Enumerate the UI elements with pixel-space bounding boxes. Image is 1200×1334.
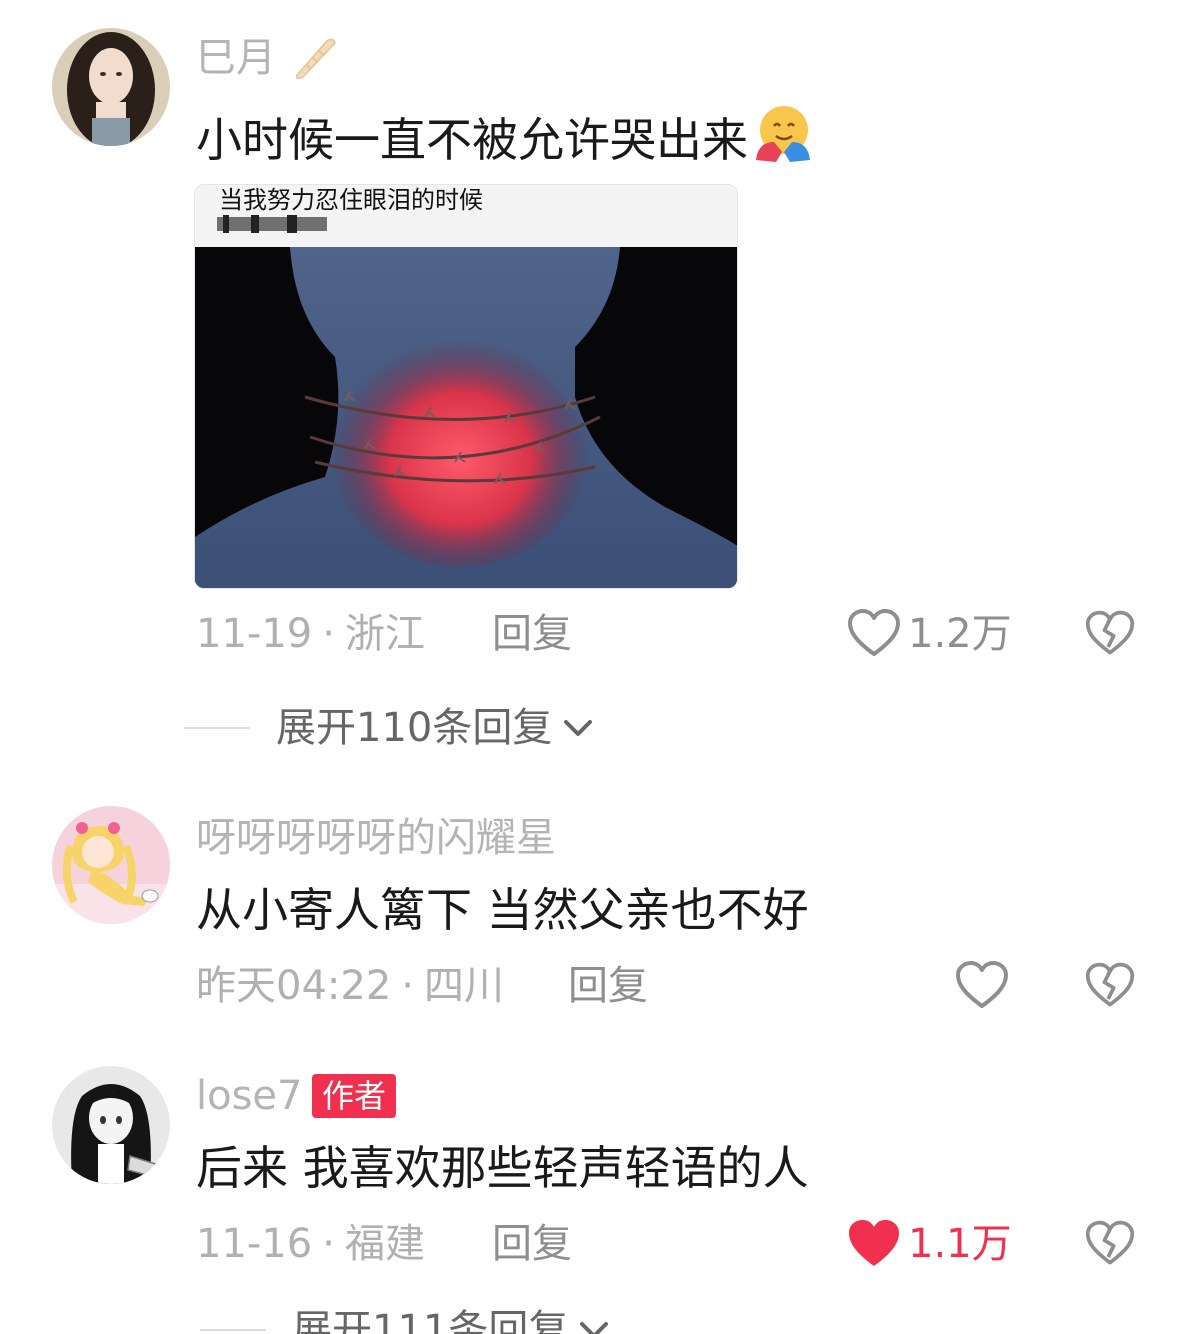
- comment-text: 后来 我喜欢那些轻声轻语的人: [196, 1141, 809, 1195]
- scratched-caption-line: [217, 215, 327, 233]
- comment-meta: 昨天04:22 · 四川: [196, 960, 504, 1012]
- like-count: 1.2万: [908, 611, 1012, 657]
- like-button[interactable]: 1.2万: [846, 608, 1012, 660]
- comment-meta: 11-19 · 浙江: [196, 608, 425, 660]
- meme-image: [195, 247, 737, 588]
- dislike-button[interactable]: [1084, 1218, 1136, 1270]
- like-count: 1.1万: [908, 1221, 1012, 1267]
- comment-meta: 11-16 · 福建: [196, 1218, 425, 1270]
- author-badge: 作者: [312, 1074, 397, 1118]
- expand-replies-label: 展开111条回复: [292, 1307, 569, 1334]
- chevron-down-icon: [580, 1322, 609, 1334]
- divider: [200, 1329, 266, 1331]
- reply-button[interactable]: 回复: [492, 608, 572, 660]
- broken-heart-icon: [1085, 610, 1135, 655]
- heart-outline-icon: [848, 609, 900, 656]
- chevron-down-icon: [564, 720, 593, 736]
- comment-list: 巳月 小时候一直不被允许哭出来 当我努力忍住眼泪的时候 11-19 · 浙江 回…: [0, 0, 1200, 1334]
- heart-outline-icon: [956, 961, 1008, 1008]
- comment-text-content: 小时候一直不被允许哭出来: [196, 113, 748, 167]
- comment-text: 从小寄人篱下 当然父亲也不好: [196, 883, 809, 937]
- dislike-button[interactable]: [1084, 960, 1136, 1012]
- hugging-face-emoji: [752, 102, 814, 178]
- comment-text: 小时候一直不被允许哭出来: [196, 102, 814, 178]
- meta-separator: ·: [322, 611, 335, 657]
- reply-button[interactable]: 回复: [568, 960, 648, 1012]
- avatar[interactable]: [52, 806, 170, 924]
- comment-image[interactable]: 当我努力忍住眼泪的时候: [194, 184, 738, 589]
- expand-replies-button[interactable]: 展开110条回复: [184, 702, 596, 754]
- bread-icon: [295, 38, 336, 80]
- meta-separator: ·: [401, 963, 414, 1009]
- expand-replies-label: 展开110条回复: [276, 705, 553, 751]
- comment-date: 昨天04:22: [196, 963, 392, 1009]
- dislike-button[interactable]: [1084, 608, 1136, 660]
- image-caption: 当我努力忍住眼泪的时候: [219, 186, 483, 214]
- like-button[interactable]: [954, 960, 1016, 1012]
- username[interactable]: 呀呀呀呀呀的闪耀星: [196, 812, 556, 864]
- comment-location: 福建: [344, 1221, 425, 1267]
- like-button[interactable]: 1.1万: [846, 1218, 1012, 1270]
- broken-heart-icon: [1085, 962, 1135, 1007]
- avatar[interactable]: [52, 1066, 170, 1184]
- reply-button[interactable]: 回复: [492, 1218, 572, 1270]
- username-text: 巳月: [196, 35, 276, 81]
- comment-date: 11-16: [196, 1221, 313, 1267]
- heart-filled-icon: [849, 1220, 899, 1266]
- username[interactable]: 巳月: [196, 32, 337, 84]
- meta-separator: ·: [322, 1221, 335, 1267]
- comment-date: 11-19: [196, 611, 313, 657]
- broken-heart-icon: [1085, 1220, 1135, 1265]
- avatar[interactable]: [52, 28, 170, 146]
- username[interactable]: lose7: [196, 1070, 302, 1122]
- divider: [184, 727, 250, 729]
- comment-location: 四川: [424, 963, 504, 1009]
- comment-location: 浙江: [344, 611, 425, 657]
- expand-replies-button[interactable]: 展开111条回复: [200, 1304, 612, 1334]
